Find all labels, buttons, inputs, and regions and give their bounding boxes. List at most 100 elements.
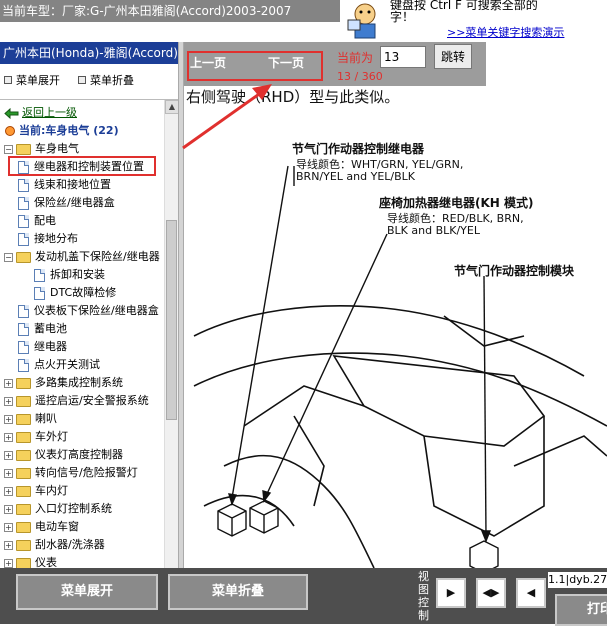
prev-page-button[interactable]: 上一页 [190,54,226,71]
folder-icon [16,521,31,533]
tree-scrollbar[interactable]: ▲ [164,100,178,568]
jump-button[interactable]: 跳转 [434,44,472,69]
tree-item[interactable]: + 遥控启运/安全警报系统 [4,392,149,410]
tree-item[interactable]: 配电 [18,212,56,230]
tree-item[interactable]: + 刮水器/洗涤器 [4,536,105,554]
menu-collapse-link[interactable]: 菜单折叠 [78,72,134,88]
document-icon [18,340,29,354]
expand-toggle-icon[interactable]: + [4,432,13,442]
tree-item-label: 线束和接地位置 [34,178,111,191]
collapse-toggle-icon[interactable]: − [4,252,13,262]
expand-toggle-icon[interactable]: + [4,378,13,388]
tree-item[interactable]: + 仪表灯高度控制器 [4,446,123,464]
search-promo: 键盘按 Ctrl F 可搜索全部的 字！ >>菜单关键字搜索演示 [342,0,607,42]
tree-item[interactable]: 拆卸和安装 [34,266,105,284]
back-link-label: 返回上一级 [22,106,77,119]
tree-item-label: 刮水器/洗涤器 [35,538,105,551]
collapse-toggle-icon[interactable]: − [4,144,13,154]
expand-toggle-icon[interactable]: + [4,540,13,550]
scroll-thumb[interactable] [166,220,177,420]
current-category-label: 当前:车身电气 (22) [19,124,119,137]
tree-item[interactable]: 继电器 [18,338,67,356]
expand-toggle-icon[interactable]: + [4,450,13,460]
tree-item-label: 点火开关测试 [34,358,100,371]
folder-icon [16,503,31,515]
expand-toggle-icon[interactable]: + [4,468,13,478]
menu-collapse-label: 菜单折叠 [90,74,134,87]
scroll-up-icon[interactable]: ▲ [165,100,178,114]
expand-toggle-icon[interactable]: + [4,522,13,532]
tree-item-label: 蓄电池 [34,322,67,335]
document-icon [34,286,45,300]
page-nav: 上一页 下一页 当前为 跳转 13 / 360 [184,42,607,86]
tree-item[interactable]: 蓄电池 [18,320,67,338]
tree-item-label: 车外灯 [35,430,68,443]
tree-item[interactable]: 点火开关测试 [18,356,100,374]
view-right-icon[interactable]: ▶ [436,578,466,608]
tree-item[interactable]: + 车内灯 [4,482,68,500]
expand-toggle-icon[interactable]: + [4,414,13,424]
folder-icon [16,413,31,425]
tree-item-label: 车内灯 [35,484,68,497]
back-link[interactable]: 返回上一级 [4,104,77,122]
folder-icon [16,539,31,551]
document-icon [18,214,29,228]
current-page-label: 当前为 [337,51,374,65]
menu-header: 广州本田(Honda)-雅阁(Accord)-2 [0,42,178,64]
mascot-icon [347,3,376,39]
document-icon [18,196,29,210]
label-throttle-relay: 节气门作动器控制继电器 [292,142,425,156]
tree-item[interactable]: − 发动机盖下保险丝/继电器 [4,248,160,266]
document-icon [18,178,29,192]
print-button[interactable]: 打印 [555,594,607,626]
tree-item[interactable]: 保险丝/继电器盒 [18,194,115,212]
label-throttle-module: 节气门作动器控制模块 [454,264,575,278]
current-category: 当前:车身电气 (22) [4,122,119,140]
diagram-note: 右侧驾驶（RHD）型与此类似。 [186,88,400,106]
promo-demo-link[interactable]: >>菜单关键字搜索演示 [447,24,564,40]
tree-item-label: 遥控启运/安全警报系统 [35,394,149,407]
car-model-title: 当前车型：厂家:G-广州本田雅阁(Accord)2003-2007 [0,0,340,22]
folder-icon [16,251,31,263]
expand-toggle-icon[interactable]: + [4,558,13,568]
tree-item-label: 发动机盖下保险丝/继电器 [35,250,160,263]
tree-item[interactable]: + 转向信号/危险报警灯 [4,464,138,482]
top-bar: 当前车型：厂家:G-广州本田雅阁(Accord)2003-2007 键盘按 Ct… [0,0,607,42]
tree-item-label: 入口灯控制系统 [35,502,112,515]
tree-item[interactable]: + 车外灯 [4,428,68,446]
label-seat-heater-relay: 座椅加热器继电器(KH 模式) [379,196,534,210]
diagram-area: 右侧驾驶（RHD）型与此类似。 节气门作动器控制继电器 导线颜色：WHT/GRN… [184,86,607,568]
footer-collapse-button[interactable]: 菜单折叠 [168,574,308,610]
tree-item-label: DTC故障检修 [50,286,117,299]
folder-icon [16,431,31,443]
folder-icon [16,557,31,568]
tree-item[interactable]: 接地分布 [18,230,78,248]
label-seat-heater-wire2: BLK and BLK/YEL [387,224,480,237]
tree-item[interactable]: + 电动车窗 [4,518,79,536]
folder-icon [16,395,31,407]
tree-item[interactable]: + 入口灯控制系统 [4,500,112,518]
tree-item-label: 拆卸和安装 [50,268,105,281]
next-page-button[interactable]: 下一页 [268,54,304,71]
page-count: 13 / 360 [337,70,383,83]
view-left-icon[interactable]: ◀ [516,578,546,608]
menu-expand-link[interactable]: 菜单展开 [4,72,60,88]
footer-expand-button[interactable]: 菜单展开 [16,574,158,610]
page-number-input[interactable] [380,46,426,68]
tree-item[interactable]: + 仪表 [4,554,57,568]
tree-item[interactable]: + 多路集成控制系统 [4,374,123,392]
tree-item[interactable]: 线束和接地位置 [18,176,111,194]
view-split-icon[interactable]: ◀▶ [476,578,506,608]
version-label: 1.1|dyb.27 [548,572,607,588]
tree-item[interactable]: + 喇叭 [4,410,57,428]
expand-toggle-icon[interactable]: + [4,504,13,514]
expand-icon [4,76,12,84]
menu-tools: 菜单展开 菜单折叠 [0,64,178,100]
left-menu-panel: 广州本田(Honda)-雅阁(Accord)-2 菜单展开 菜单折叠 返回上一级… [0,42,178,568]
expand-toggle-icon[interactable]: + [4,486,13,496]
tree-item[interactable]: DTC故障检修 [34,284,116,302]
bottom-toolbar: 菜单展开 菜单折叠 视图控制 ▶ ◀▶ ◀ 1.1|dyb.27 打印 [0,568,607,626]
tree-item-label: 多路集成控制系统 [35,376,123,389]
expand-toggle-icon[interactable]: + [4,396,13,406]
tree-item[interactable]: 仪表板下保险丝/继电器盒 [18,302,159,320]
